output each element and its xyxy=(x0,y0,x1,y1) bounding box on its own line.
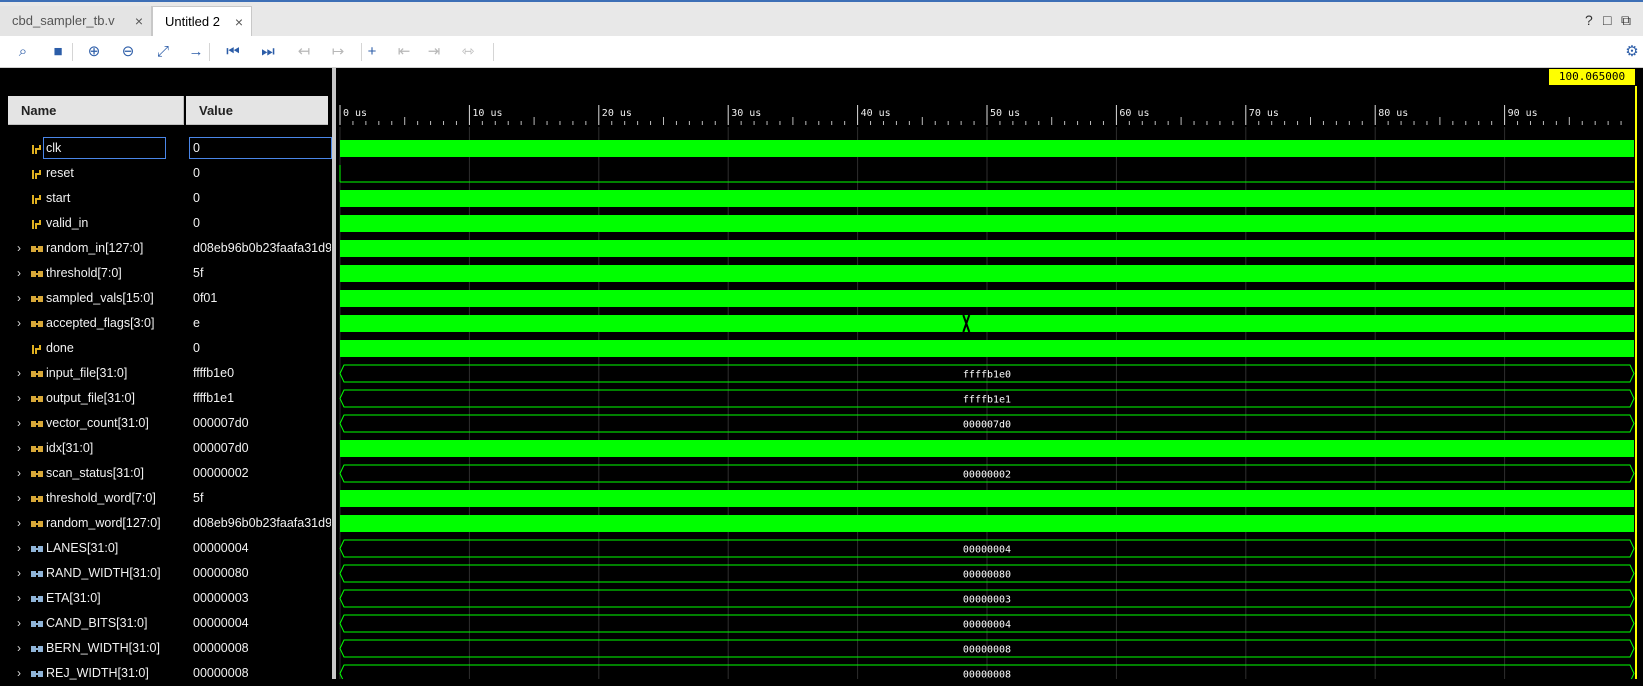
bus-value-label: ffffb1e1 xyxy=(963,395,1011,406)
bus-value-label: ffffb1e0 xyxy=(963,370,1011,381)
bus-value-label: 00000003 xyxy=(963,595,1011,606)
time-tick-label: 80 us xyxy=(1378,108,1408,119)
time-tick-label: 60 us xyxy=(1119,108,1149,119)
bus-value-label: 00000004 xyxy=(963,620,1011,631)
time-tick-label: 10 us xyxy=(472,108,502,119)
dense-waveform xyxy=(340,340,1634,357)
bus-value-label: 00000008 xyxy=(963,645,1011,656)
dense-waveform xyxy=(340,490,1634,507)
bus-value-label: 00000008 xyxy=(963,670,1011,680)
bus-value-label: 00000080 xyxy=(963,570,1011,581)
bus-value-label: 000007d0 xyxy=(963,420,1011,431)
time-tick-label: 70 us xyxy=(1249,108,1279,119)
cursor-time-readout: 100.065000 us xyxy=(1549,69,1635,99)
time-tick-label: 20 us xyxy=(602,108,632,119)
dense-waveform xyxy=(340,215,1634,232)
time-tick-label: 90 us xyxy=(1508,108,1538,119)
dense-waveform xyxy=(340,140,1634,157)
time-tick-label: 30 us xyxy=(731,108,761,119)
dense-waveform xyxy=(340,240,1634,257)
dense-waveform xyxy=(340,515,1634,532)
dense-waveform xyxy=(340,290,1634,307)
dense-waveform xyxy=(340,315,1634,332)
time-tick-label: 40 us xyxy=(861,108,891,119)
waveform-canvas[interactable]: 0 us 10 us 20 us 30 us 40 us 50 us 60 us 70 us 8… xyxy=(0,0,1643,679)
time-tick-label: 50 us xyxy=(990,108,1020,119)
dense-waveform xyxy=(340,190,1634,207)
bus-value-label: 00000002 xyxy=(963,470,1011,481)
time-tick-label: 0 us xyxy=(343,108,367,119)
dense-waveform xyxy=(340,440,1634,457)
bus-value-label: 00000004 xyxy=(963,545,1011,556)
dense-waveform xyxy=(340,265,1634,282)
